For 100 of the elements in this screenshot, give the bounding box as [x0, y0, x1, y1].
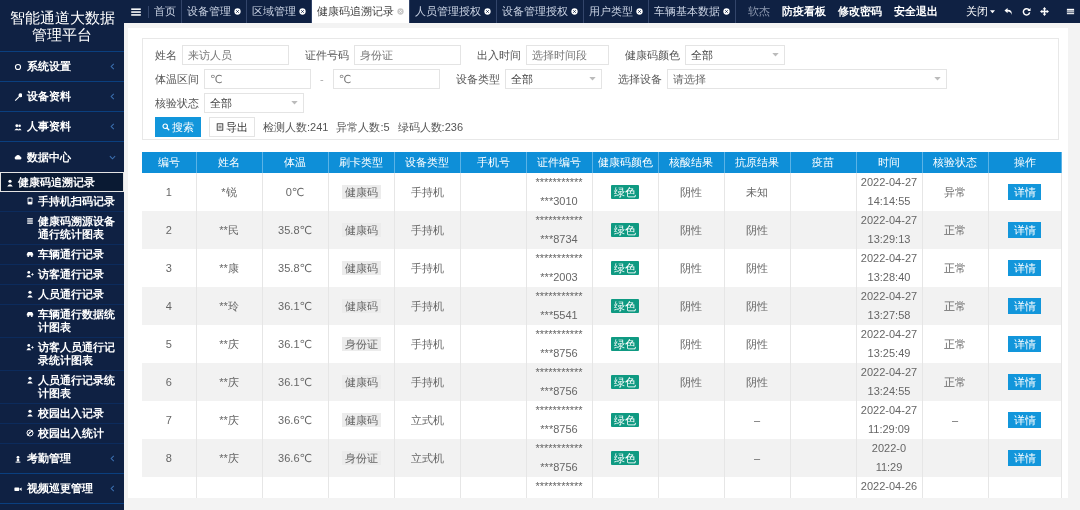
close-icon[interactable] [299, 8, 306, 15]
table-cell: – [951, 414, 959, 426]
input-field[interactable]: ℃ [204, 69, 311, 89]
table-cell: 36.1℃ [278, 299, 312, 312]
tab[interactable]: 车辆基本数据 [649, 0, 736, 23]
health-code-tag: 绿色 [611, 298, 639, 313]
person-icon [6, 179, 14, 187]
table-cell: **庆 [219, 337, 239, 350]
table-cell: 未知 [746, 185, 768, 198]
sidebar-subitem[interactable]: 车辆通行记录 [0, 245, 124, 265]
tab[interactable]: 首页 [149, 0, 182, 23]
select-field[interactable]: 请选择 [666, 69, 947, 89]
table-cell: – [753, 452, 761, 464]
sidebar-subitem[interactable]: 访客人员通行记录统计图表 [0, 338, 124, 371]
close-icon[interactable] [571, 8, 578, 15]
undo-icon[interactable] [1004, 7, 1013, 16]
sidebar-subitem[interactable]: 健康码追溯记录 [0, 172, 124, 192]
close-menu-button[interactable]: 关闭 [966, 4, 995, 19]
refresh-icon[interactable] [1022, 7, 1031, 16]
table-cell: *锐 [221, 185, 237, 198]
move-icon[interactable] [1040, 7, 1049, 16]
table-cell: 36.1℃ [278, 375, 312, 388]
stat-text: 异常人数:5 [336, 119, 390, 135]
top-link[interactable]: 防疫看板 [782, 4, 826, 19]
sidebar-subitem[interactable]: 访客通行记录 [0, 265, 124, 285]
field-label: 证件号码 [305, 48, 349, 62]
sidebar-subitem[interactable]: 健康码溯源设备通行统计图表 [0, 212, 124, 245]
table-cell: 3 [165, 262, 172, 274]
input-field[interactable]: 身份证 [354, 45, 461, 65]
tab[interactable]: 设备管理 [182, 0, 247, 23]
stat-text: 绿码人数:236 [397, 119, 464, 135]
tab[interactable]: 人员管理授权 [410, 0, 497, 23]
column-header: 编号 [142, 152, 196, 173]
table-cell: 阴性 [746, 375, 768, 388]
card-type-tag: 健康码 [341, 374, 381, 389]
top-link[interactable]: 修改密码 [838, 4, 882, 19]
field-label: 出入时间 [477, 48, 521, 62]
table-cell: 2022-04-27 [860, 252, 918, 264]
table-cell: ***8734 [540, 233, 578, 245]
input-field[interactable]: ℃ [332, 69, 440, 89]
sidebar-item[interactable]: 设备资料 [0, 82, 124, 112]
table-cell: 35.8℃ [278, 261, 312, 274]
sidebar-item[interactable]: 系统设置 [0, 52, 124, 82]
car-icon [26, 250, 34, 258]
search-icon [162, 123, 170, 131]
select-field[interactable]: 全部 [204, 93, 304, 113]
table-cell: 13:29:13 [867, 233, 911, 245]
column-header: 体温 [262, 152, 328, 173]
close-icon[interactable] [723, 8, 730, 15]
table-cell: 阴性 [680, 223, 702, 236]
document-icon [216, 123, 224, 131]
sidebar-subitem[interactable]: 车辆通行数据统计图表 [0, 305, 124, 338]
field-label: 选择设备 [617, 72, 662, 86]
table-cell: 2022-04-27 [860, 214, 918, 226]
select-field[interactable]: 全部 [504, 69, 602, 89]
top-link[interactable]: 安全退出 [894, 4, 938, 19]
card-type-tag: 身份证 [341, 450, 381, 465]
table-cell: 35.8℃ [278, 223, 312, 236]
sidebar-item[interactable]: 人事资料 [0, 112, 124, 142]
wrench-icon [14, 92, 22, 101]
table-cell: 立式机 [410, 413, 444, 426]
card-type-tag: 健康码 [341, 260, 381, 275]
input-field[interactable]: 选择时间段 [526, 45, 609, 65]
table-cell: 2 [165, 224, 172, 236]
export-button[interactable]: 导出 [209, 117, 255, 137]
select-field[interactable]: 全部 [685, 45, 785, 65]
table-cell: **玲 [219, 299, 239, 312]
dropdown-arrow-icon [933, 77, 941, 81]
input-field[interactable]: 来访人员 [182, 45, 289, 65]
column-header: 设备类型 [394, 152, 460, 173]
table-cell: 1 [165, 186, 172, 198]
table-cell: 阴性 [746, 223, 768, 236]
table-cell: 正常 [944, 261, 966, 274]
dropdown-arrow-icon [291, 101, 298, 105]
close-icon[interactable] [484, 8, 491, 15]
sidebar-subitem[interactable]: 人员通行记录统计图表 [0, 371, 124, 404]
sidebar-item[interactable]: 考勤管理 [0, 444, 124, 474]
table-cell: 13:28:40 [867, 271, 911, 283]
menu-icon[interactable] [1066, 7, 1075, 16]
dropdown-arrow-icon [588, 77, 596, 81]
tab[interactable]: 健康码追溯记录 [312, 0, 410, 23]
table-cell: 手持机 [410, 185, 444, 198]
people-icon [26, 343, 34, 351]
sidebar-subitem[interactable]: 校园出入统计 [0, 424, 124, 444]
table-cell: 手持机 [410, 337, 444, 350]
table-cell: 13:24:55 [867, 385, 911, 397]
sidebar-item[interactable]: 视频巡更管理 [0, 474, 124, 504]
chevron-left-icon [109, 485, 116, 492]
card-type-tag: 健康码 [341, 222, 381, 237]
sidebar-subitem[interactable]: 校园出入记录 [0, 404, 124, 424]
table-cell: 0℃ [285, 185, 305, 198]
close-icon[interactable] [636, 8, 643, 15]
tab[interactable]: 用户类型 [584, 0, 649, 23]
sidebar-item[interactable]: 数据中心 [0, 142, 124, 172]
sidebar-subitem[interactable]: 手持机扫码记录 [0, 192, 124, 212]
close-icon[interactable] [234, 8, 241, 15]
tab[interactable]: 设备管理授权 [497, 0, 584, 23]
column-header: 核验状态 [922, 152, 988, 173]
sidebar-subitem[interactable]: 人员通行记录 [0, 285, 124, 305]
column-header: 手机号 [460, 152, 526, 173]
